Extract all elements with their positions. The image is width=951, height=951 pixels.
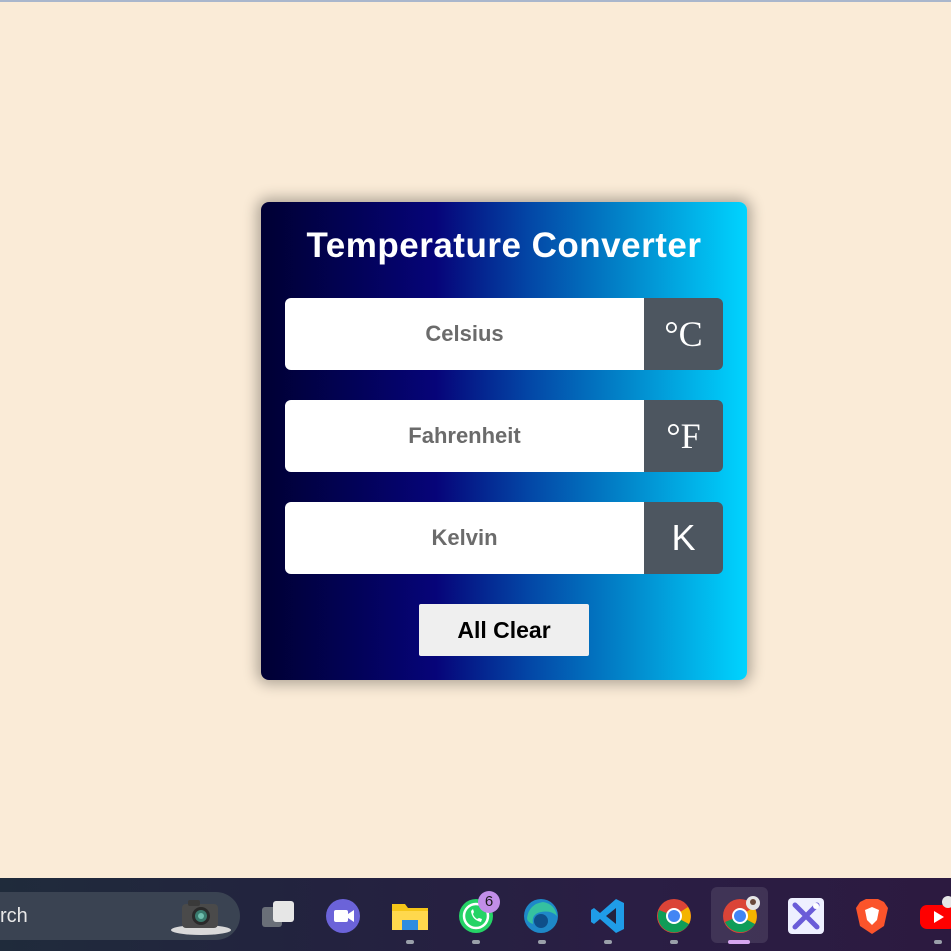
- chrome-profile-icon[interactable]: [720, 896, 760, 936]
- kelvin-row: K: [285, 502, 723, 574]
- fahrenheit-unit-label: °F: [644, 400, 723, 472]
- celsius-row: °C: [285, 298, 723, 370]
- whatsapp-notification-badge: 6: [478, 891, 500, 913]
- meet-icon[interactable]: [323, 896, 363, 936]
- camera-icon[interactable]: [170, 896, 231, 935]
- all-clear-button[interactable]: All Clear: [419, 604, 589, 656]
- vscode-running-indicator: [604, 940, 612, 944]
- chrome-profile-active-indicator: [728, 940, 750, 944]
- app-icon[interactable]: [786, 896, 826, 936]
- whatsapp-running-indicator: [472, 940, 480, 944]
- fahrenheit-input[interactable]: [285, 400, 644, 472]
- celsius-unit-label: °C: [644, 298, 723, 370]
- window-top-border: [0, 0, 951, 2]
- kelvin-input[interactable]: [285, 502, 644, 574]
- chrome-icon[interactable]: [654, 896, 694, 936]
- converter-card: Temperature Converter °C °F K All Clear: [261, 202, 747, 680]
- file-explorer-icon[interactable]: [390, 896, 430, 936]
- edge-icon[interactable]: [521, 896, 561, 936]
- celsius-input[interactable]: [285, 298, 644, 370]
- taskbar-search-text: rch: [0, 905, 28, 927]
- kelvin-unit-label: K: [644, 502, 723, 574]
- fahrenheit-row: °F: [285, 400, 723, 472]
- taskbar: rch 6: [0, 878, 951, 951]
- youtube-running-indicator: [934, 940, 942, 944]
- brave-icon[interactable]: [852, 896, 892, 936]
- page-title: Temperature Converter: [306, 226, 702, 265]
- file-explorer-running-indicator: [406, 940, 414, 944]
- chrome-running-indicator: [670, 940, 678, 944]
- vscode-icon[interactable]: [588, 896, 628, 936]
- youtube-icon[interactable]: [918, 896, 951, 936]
- edge-running-indicator: [538, 940, 546, 944]
- task-view-icon[interactable]: [258, 896, 298, 936]
